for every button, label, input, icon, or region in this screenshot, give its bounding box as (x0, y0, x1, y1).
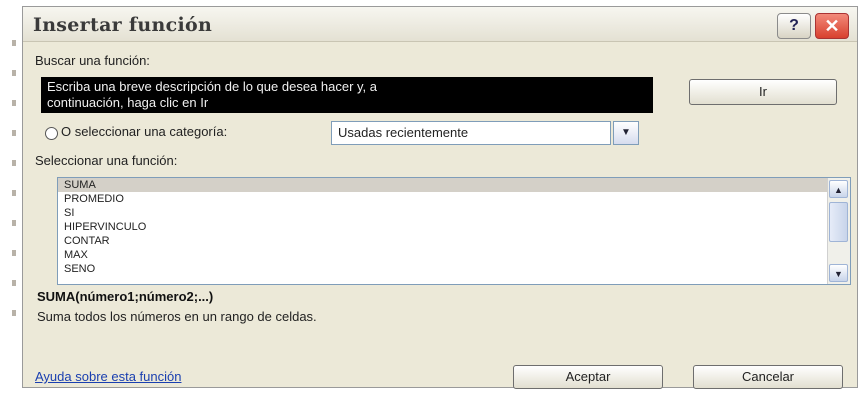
search-text-line-1: Escriba una breve descripción de lo que … (47, 79, 378, 94)
function-syntax: SUMA(número1;número2;...) (37, 289, 214, 304)
search-text-line-2: continuación, haga clic en Ir (47, 95, 209, 110)
search-input[interactable]: Escriba una breve descripción de lo que … (41, 77, 653, 113)
edge-mark (12, 250, 16, 256)
category-radio[interactable] (45, 127, 58, 140)
list-item[interactable]: MAX (58, 248, 850, 262)
scroll-thumb[interactable] (829, 202, 848, 242)
dialog-title: Insertar función (33, 14, 213, 36)
title-bar[interactable]: Insertar función ? ✕ (23, 7, 857, 42)
close-button[interactable]: ✕ (815, 13, 849, 39)
cancel-button[interactable]: Cancelar (693, 365, 843, 389)
edge-mark (12, 310, 16, 316)
edge-mark (12, 130, 16, 136)
edge-mark (12, 160, 16, 166)
list-item[interactable]: SI (58, 206, 850, 220)
scroll-up-icon[interactable]: ▲ (829, 180, 848, 198)
category-select[interactable]: Usadas recientemente (331, 121, 611, 145)
list-scrollbar[interactable]: ▲ ▼ (827, 178, 850, 284)
function-list-label: Seleccionar una función: (35, 153, 178, 168)
ok-button[interactable]: Aceptar (513, 365, 663, 389)
help-button[interactable]: ? (777, 13, 811, 39)
list-item[interactable]: HIPERVINCULO (58, 220, 850, 234)
insert-function-dialog: Insertar función ? ✕ Buscar una función:… (22, 6, 858, 389)
function-help-link[interactable]: Ayuda sobre esta función (35, 369, 181, 384)
list-item[interactable]: PROMEDIO (58, 192, 850, 206)
edge-mark (12, 220, 16, 226)
go-button[interactable]: Ir (689, 79, 837, 105)
chevron-down-icon[interactable]: ▼ (613, 121, 639, 145)
function-listbox[interactable]: SUMA PROMEDIO SI HIPERVINCULO CONTAR MAX… (57, 177, 851, 285)
search-label: Buscar una función: (35, 53, 150, 68)
list-item[interactable]: SUMA (58, 178, 850, 192)
list-item[interactable]: SENO (58, 262, 850, 276)
background-spreadsheet-edge (0, 0, 22, 394)
close-icon: ✕ (824, 16, 840, 36)
category-label: O seleccionar una categoría: (61, 124, 228, 139)
edge-mark (12, 190, 16, 196)
scroll-down-icon[interactable]: ▼ (829, 264, 848, 282)
list-item[interactable]: CONTAR (58, 234, 850, 248)
edge-mark (12, 70, 16, 76)
edge-mark (12, 280, 16, 286)
edge-mark (12, 100, 16, 106)
edge-mark (12, 40, 16, 46)
screenshot-root: Insertar función ? ✕ Buscar una función:… (0, 0, 864, 394)
question-mark-icon: ? (789, 17, 799, 34)
function-description: Suma todos los números en un rango de ce… (37, 309, 317, 324)
